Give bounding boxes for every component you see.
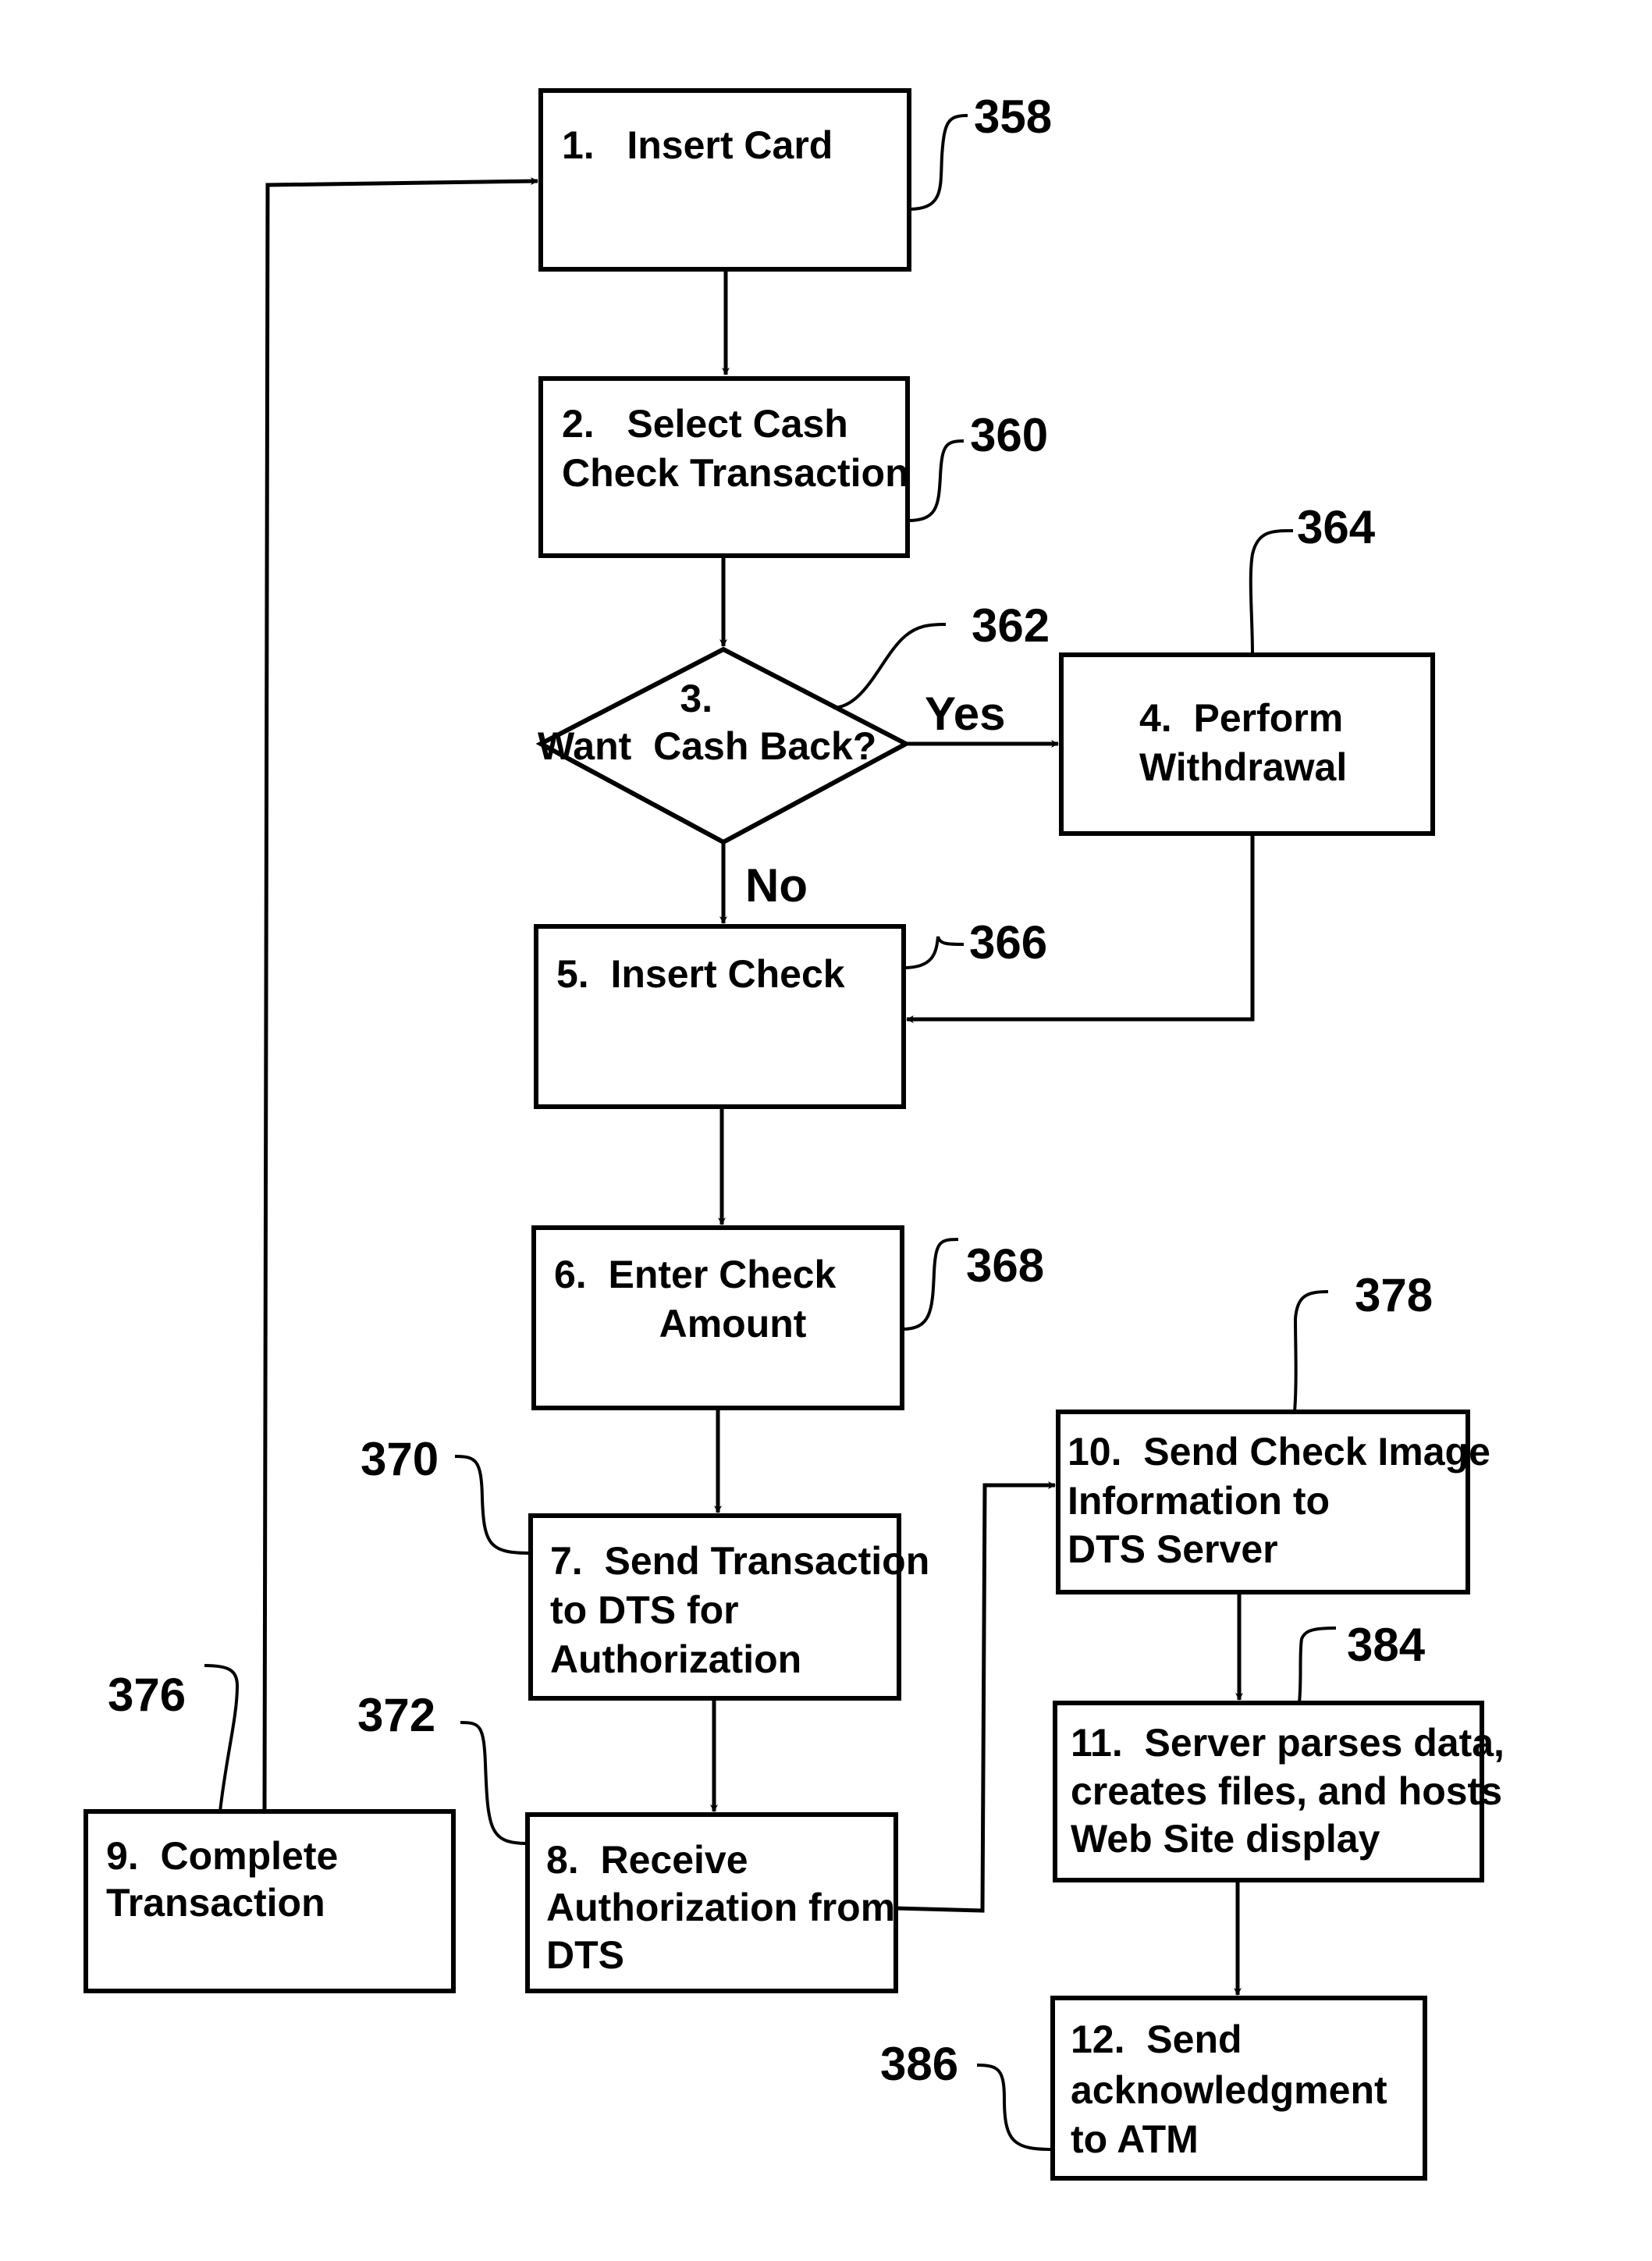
step-5-label: 5. Insert Check bbox=[556, 952, 845, 996]
ref-364: 364 bbox=[1297, 501, 1376, 553]
step-9-label: 9. Complete Transaction bbox=[0, 0, 393, 1925]
ref-362: 362 bbox=[972, 599, 1050, 652]
ref-378: 378 bbox=[1355, 1269, 1433, 1321]
ref-368: 368 bbox=[966, 1239, 1044, 1292]
ref-366: 366 bbox=[969, 916, 1047, 969]
arrow-9-to-1 bbox=[262, 177, 538, 1812]
flowchart: marker path{} 1. Insert Card 2. Select C… bbox=[0, 0, 1505, 2181]
ref-384: 384 bbox=[1347, 1619, 1426, 1671]
ref-358: 358 bbox=[974, 91, 1052, 143]
arrow-4-to-5 bbox=[906, 834, 1255, 1023]
step-1-label: 1. Insert Card bbox=[562, 123, 833, 167]
no-branch-label: No bbox=[745, 859, 808, 912]
ref-376: 376 bbox=[108, 1669, 186, 1721]
yes-branch-label: Yes bbox=[925, 688, 1005, 740]
ref-370: 370 bbox=[361, 1433, 439, 1485]
ref-386: 386 bbox=[880, 2038, 958, 2090]
ref-360: 360 bbox=[970, 409, 1048, 461]
step-4-box bbox=[1059, 652, 1435, 836]
step-1-box bbox=[538, 88, 911, 272]
ref-372: 372 bbox=[357, 1689, 435, 1741]
